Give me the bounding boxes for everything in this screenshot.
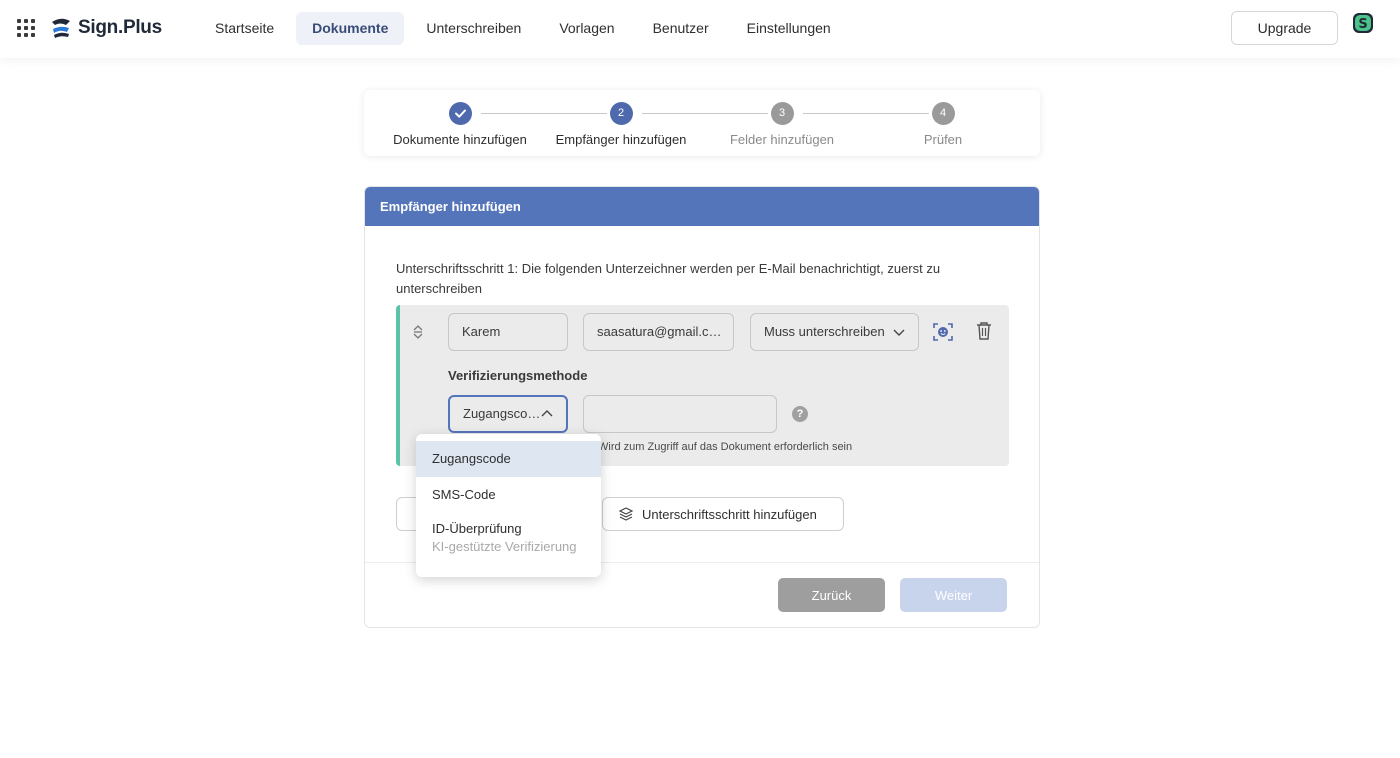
nav-benutzer[interactable]: Benutzer bbox=[637, 12, 725, 45]
chevron-down-icon bbox=[893, 329, 905, 336]
step-number: 3 bbox=[770, 102, 794, 125]
step-review[interactable]: 4 Prüfen bbox=[858, 102, 1028, 147]
step-number: 2 bbox=[609, 102, 633, 125]
upgrade-button[interactable]: Upgrade bbox=[1231, 11, 1338, 45]
svg-text:S: S bbox=[1358, 17, 1367, 32]
logo[interactable]: Sign.Plus bbox=[49, 16, 162, 40]
nav-startseite[interactable]: Startseite bbox=[199, 12, 290, 45]
nav-unterschreiben[interactable]: Unterschreiben bbox=[410, 12, 537, 45]
option-sms-code[interactable]: SMS-Code bbox=[416, 477, 601, 513]
step-documents[interactable]: Dokumente hinzufügen bbox=[375, 102, 545, 147]
chevron-up-icon bbox=[541, 410, 553, 417]
step-fields[interactable]: 3 Felder hinzufügen bbox=[697, 102, 867, 147]
signer-email-field[interactable]: saasatura@gmail.c… bbox=[583, 313, 734, 351]
access-code-input[interactable] bbox=[583, 395, 777, 433]
nav-einstellungen[interactable]: Einstellungen bbox=[731, 12, 847, 45]
check-icon bbox=[448, 102, 472, 125]
option-id-verification[interactable]: ID-Überprüfung KI-gestützte Verifizierun… bbox=[416, 513, 601, 561]
help-icon[interactable]: ? bbox=[792, 406, 808, 422]
back-button[interactable]: Zurück bbox=[778, 578, 885, 612]
add-signing-step-label: Unterschriftsschritt hinzufügen bbox=[642, 506, 817, 522]
verification-method-select[interactable]: Zugangsco… bbox=[448, 395, 568, 433]
face-id-icon[interactable] bbox=[933, 322, 953, 342]
step-label: Empfänger hinzufügen bbox=[555, 132, 687, 147]
layers-icon bbox=[618, 507, 634, 521]
signer-role-select[interactable]: Muss unterschreiben bbox=[750, 313, 919, 351]
main-nav: Startseite Dokumente Unterschreiben Vorl… bbox=[199, 12, 853, 45]
option-id-verification-subtitle: KI-gestützte Verifizierung bbox=[432, 539, 577, 554]
step-label: Dokumente hinzufügen bbox=[393, 132, 527, 147]
verification-select-value: Zugangsco… bbox=[463, 406, 541, 421]
signing-step-description: Unterschriftsschritt 1: Die folgenden Un… bbox=[396, 261, 941, 296]
trash-icon[interactable] bbox=[975, 321, 993, 341]
next-button[interactable]: Weiter bbox=[900, 578, 1007, 612]
step-recipients[interactable]: 2 Empfänger hinzufügen bbox=[536, 102, 706, 147]
signer-name-field[interactable]: Karem bbox=[448, 313, 568, 351]
step-label: Prüfen bbox=[923, 132, 963, 147]
verification-method-label: Verifizierungsmethode bbox=[448, 368, 588, 383]
user-avatar-icon[interactable]: S bbox=[1352, 12, 1374, 34]
role-select-value: Muss unterschreiben bbox=[764, 324, 885, 339]
access-code-hint: Wird zum Zugriff auf das Dokument erford… bbox=[598, 441, 853, 453]
option-id-verification-label: ID-Überprüfung bbox=[432, 521, 522, 536]
verification-method-dropdown: Zugangscode SMS-Code ID-Überprüfung KI-g… bbox=[416, 434, 601, 577]
progress-stepper: Dokumente hinzufügen 2 Empfänger hinzufü… bbox=[364, 90, 1040, 156]
sign-plus-logo-icon bbox=[52, 18, 70, 38]
drag-handle-icon[interactable] bbox=[411, 324, 425, 340]
top-navigation-bar: Sign.Plus Startseite Dokumente Unterschr… bbox=[0, 0, 1400, 58]
step-number: 4 bbox=[931, 102, 955, 125]
logo-text: Sign.Plus bbox=[78, 17, 162, 38]
apps-grid-icon[interactable] bbox=[17, 19, 35, 37]
nav-dokumente[interactable]: Dokumente bbox=[296, 12, 405, 45]
card-title: Empfänger hinzufügen bbox=[365, 187, 1039, 226]
nav-vorlagen[interactable]: Vorlagen bbox=[543, 12, 630, 45]
add-signing-step-button[interactable]: Unterschriftsschritt hinzufügen bbox=[602, 497, 844, 531]
option-access-code[interactable]: Zugangscode bbox=[416, 441, 601, 477]
step-label: Felder hinzufügen bbox=[729, 132, 835, 147]
